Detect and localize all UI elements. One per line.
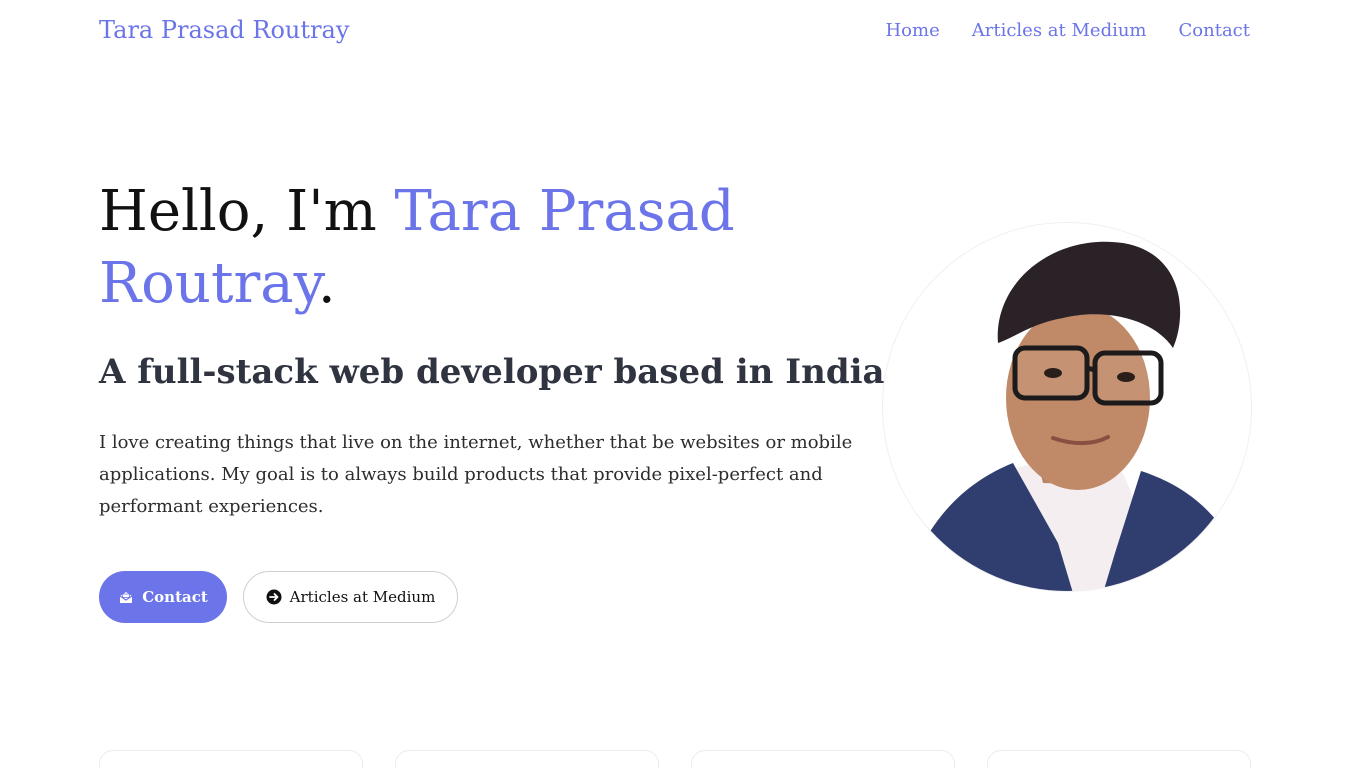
feature-card: [691, 750, 955, 768]
nav-links: Home Articles at Medium Contact: [885, 20, 1250, 41]
profile-photo: [882, 222, 1252, 592]
contact-button[interactable]: Contact: [99, 571, 227, 623]
feature-cards-row: [99, 750, 1251, 768]
feature-card: [987, 750, 1251, 768]
articles-button-label: Articles at Medium: [289, 588, 436, 606]
articles-button[interactable]: Articles at Medium: [243, 571, 458, 623]
feature-card: [99, 750, 363, 768]
hero-subtitle: A full-stack web developer based in Indi…: [99, 352, 897, 392]
hero-description: I love creating things that live on the …: [99, 432, 853, 517]
hero-title: Hello, I'm Tara Prasad Routray.: [99, 176, 799, 320]
nav-link-articles[interactable]: Articles at Medium: [972, 20, 1147, 41]
arrow-right-circle-icon: [266, 589, 282, 605]
hero-title-prefix: Hello, I'm: [99, 179, 395, 244]
nav-link-home[interactable]: Home: [885, 20, 939, 41]
hero-title-suffix: .: [317, 251, 336, 316]
contact-button-label: Contact: [142, 588, 208, 606]
feature-card: [395, 750, 659, 768]
envelope-open-icon: [118, 589, 134, 605]
site-brand[interactable]: Tara Prasad Routray: [99, 16, 349, 44]
nav-link-contact[interactable]: Contact: [1179, 20, 1250, 41]
top-navbar: Tara Prasad Routray Home Articles at Med…: [0, 0, 1349, 64]
